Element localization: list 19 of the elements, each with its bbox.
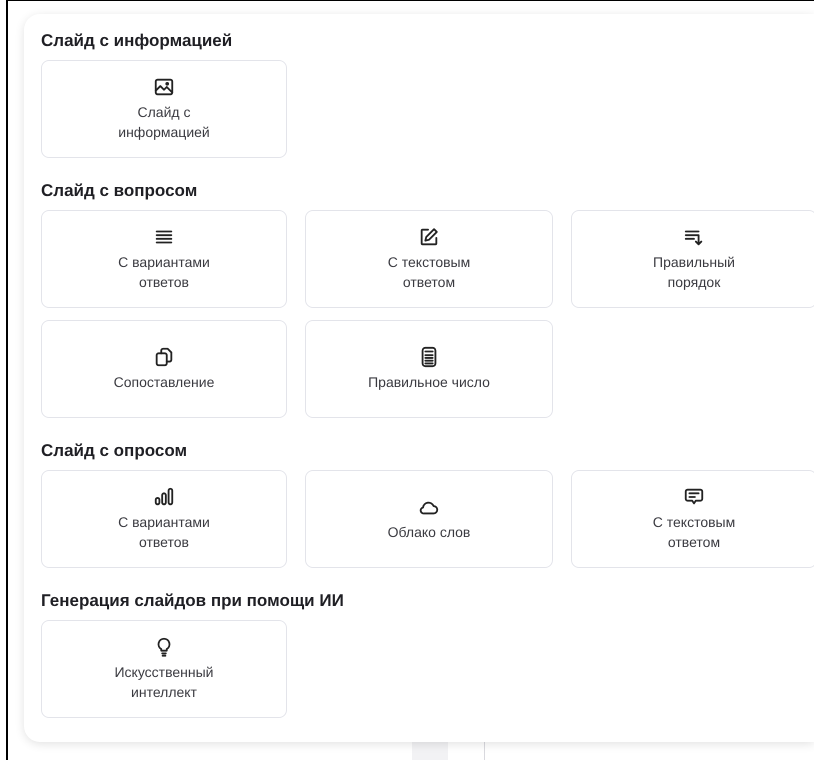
edit-icon (418, 226, 440, 248)
copy-icon (153, 346, 175, 368)
slide-type-button[interactable]: С текстовым ответом (571, 470, 814, 568)
section-heading: Слайд с вопросом (41, 180, 198, 202)
bar-chart-icon (153, 486, 175, 508)
slide-type-button[interactable]: Сопоставление (41, 320, 287, 418)
slide-type-button[interactable]: С текстовым ответом (305, 210, 553, 308)
slide-type-button[interactable]: Правильное число (305, 320, 553, 418)
background-column (412, 742, 448, 760)
slide-type-button[interactable]: Облако слов (305, 470, 553, 568)
slide-type-button[interactable]: Искусственный интеллект (41, 620, 287, 718)
slide-type-button[interactable]: С вариантами ответов (41, 210, 287, 308)
slide-type-button[interactable]: С вариантами ответов (41, 470, 287, 568)
section-heading: Слайд с опросом (41, 440, 188, 462)
section-heading: Генерация слайдов при помощи ИИ (41, 590, 344, 612)
slide-type-button[interactable]: Правильный порядок (571, 210, 814, 308)
image-icon (153, 76, 175, 98)
section-heading: Слайд с информацией (41, 30, 232, 52)
slide-type-button[interactable]: Слайд с информацией (41, 60, 287, 158)
